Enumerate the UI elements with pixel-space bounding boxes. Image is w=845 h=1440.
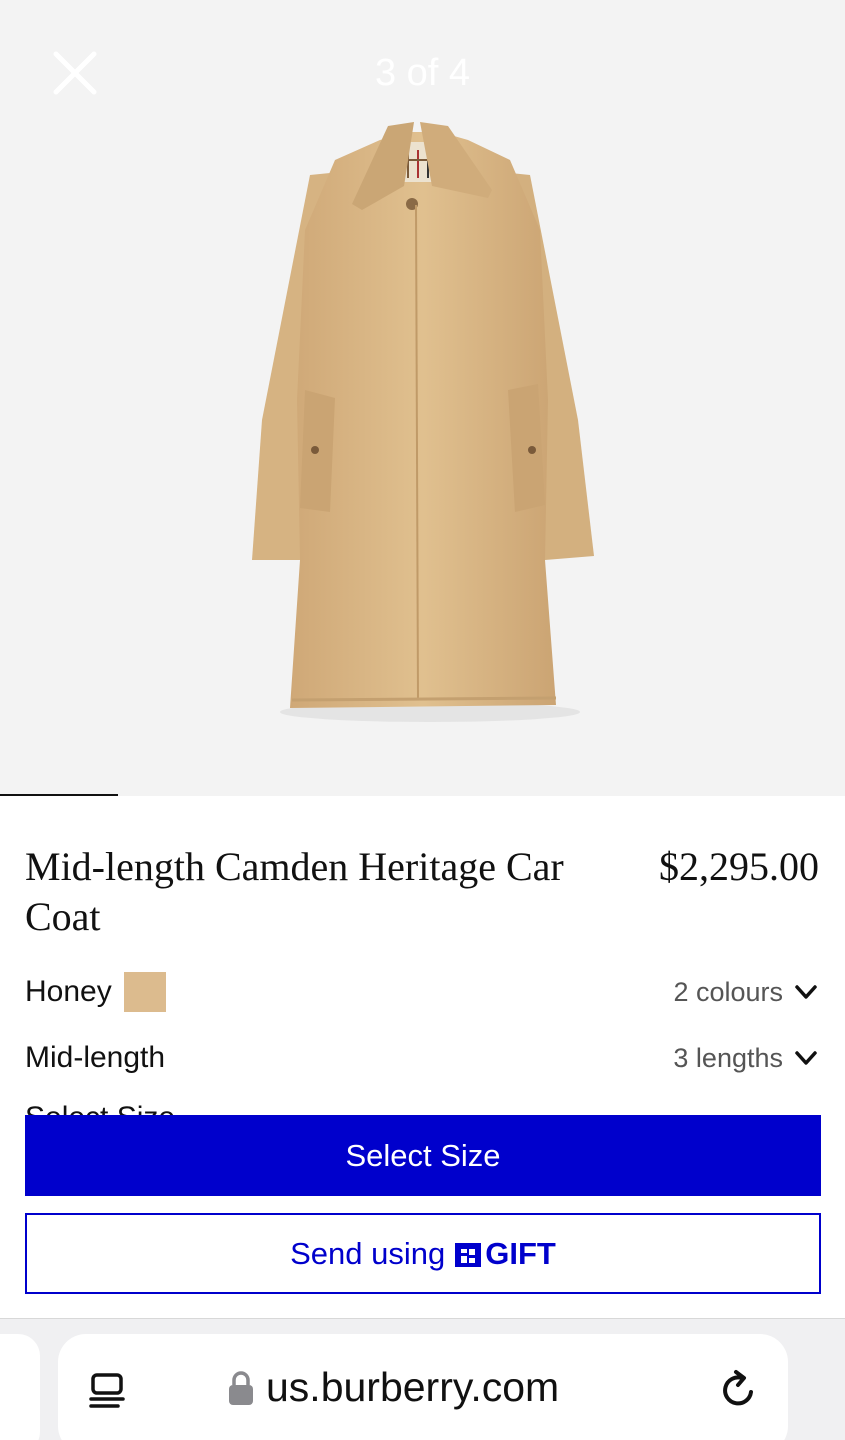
reader-mode-icon[interactable] bbox=[88, 1372, 128, 1412]
send-gift-button[interactable]: Send using GIFT bbox=[25, 1213, 821, 1294]
url-text: us.burberry.com bbox=[266, 1364, 560, 1410]
chevron-down-icon bbox=[795, 1051, 817, 1065]
product-image-coat bbox=[252, 122, 594, 722]
colour-swatch bbox=[123, 972, 166, 1012]
gift-brand-logo: GIFT bbox=[453, 1236, 556, 1272]
colour-options-dropdown[interactable]: 2 colours bbox=[673, 977, 819, 1008]
selected-colour-label: Honey bbox=[25, 975, 112, 1008]
product-title: Mid-length Camden Heritage Car Coat bbox=[25, 844, 564, 939]
image-counter: 3 of 4 bbox=[374, 52, 471, 94]
colour-row: Honey 2 colours bbox=[25, 970, 819, 1014]
selected-length-label: Mid-length bbox=[25, 1041, 166, 1074]
select-size-heading-partial: Select Size bbox=[25, 1098, 175, 1116]
lock-icon bbox=[229, 1370, 253, 1405]
send-gift-label: Send using bbox=[290, 1235, 446, 1271]
product-image-gallery[interactable]: 3 of 4 bbox=[0, 0, 845, 796]
select-size-label: Select Size bbox=[345, 1137, 501, 1173]
product-details: Mid-length Camden Heritage Car Coat $2,2… bbox=[0, 796, 845, 1318]
product-price: $2,295.00 bbox=[659, 844, 819, 889]
colour-options-label: 2 colours bbox=[673, 976, 783, 1007]
length-options-label: 3 lengths bbox=[673, 1042, 783, 1073]
url-field[interactable]: us.burberry.com bbox=[58, 1334, 788, 1440]
gift-brand-icon bbox=[455, 1242, 482, 1267]
reload-icon[interactable] bbox=[718, 1368, 762, 1412]
length-row: Mid-length 3 lengths bbox=[25, 1036, 819, 1080]
browser-address-bar: us.burberry.com bbox=[0, 1318, 845, 1440]
previous-tab-preview[interactable] bbox=[0, 1334, 40, 1440]
chevron-down-icon bbox=[795, 985, 817, 999]
length-options-dropdown[interactable]: 3 lengths bbox=[673, 1043, 819, 1074]
gift-brand-text: GIFT bbox=[485, 1235, 556, 1271]
select-size-button[interactable]: Select Size bbox=[25, 1115, 821, 1196]
